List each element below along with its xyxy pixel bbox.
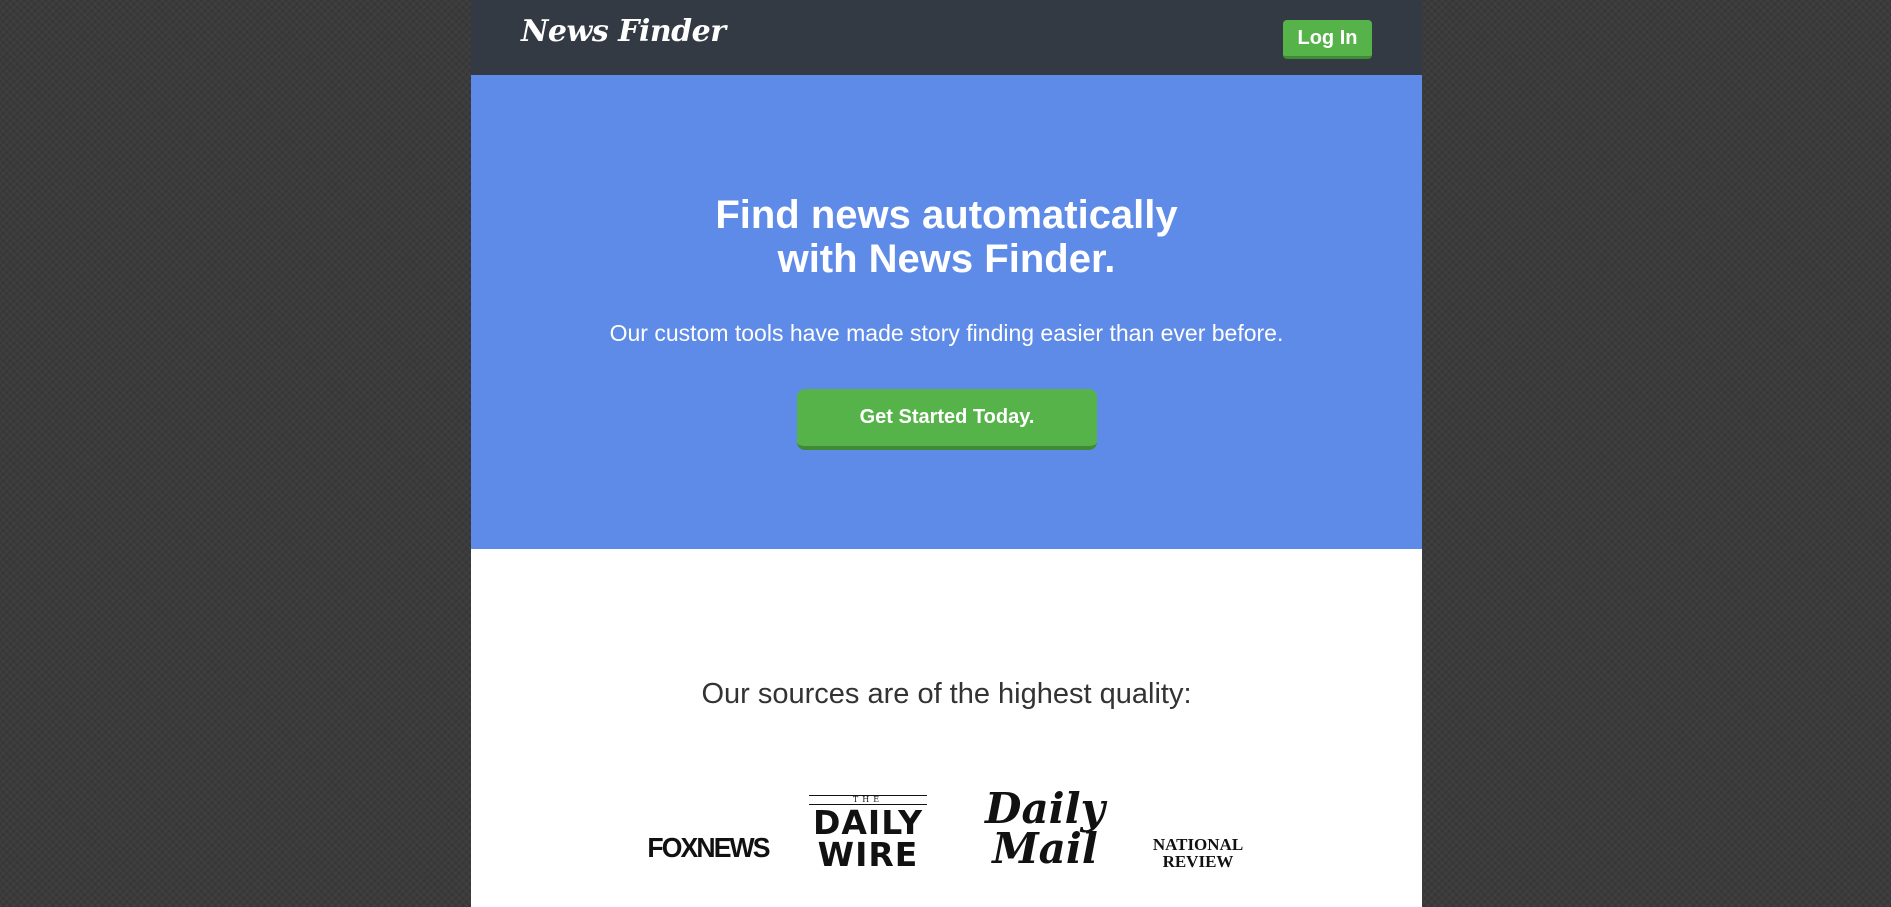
hero-title-line-1: Find news automatically <box>715 193 1178 237</box>
sources-heading: Our sources are of the highest quality: <box>701 678 1192 710</box>
daily-wire-logo-line-2: WIRE <box>817 835 919 874</box>
hero-title: Find news automatically with News Finder… <box>471 193 1422 281</box>
hero-section: Find news automatically with News Finder… <box>471 75 1422 549</box>
hero-title-line-2: with News Finder. <box>777 237 1116 281</box>
login-button[interactable]: Log In <box>1283 20 1372 59</box>
national-review-logo: NATIONAL REVIEW <box>1143 836 1253 870</box>
daily-wire-logo: THE DAILY WIRE <box>809 795 927 871</box>
national-review-logo-line-1: NATIONAL <box>1152 835 1244 854</box>
national-review-logo-line-2: REVIEW <box>1162 852 1234 871</box>
page-container: News Finder Log In Find news automatical… <box>471 0 1422 907</box>
get-started-button[interactable]: Get Started Today. <box>797 389 1097 450</box>
daily-mail-logo-line-1: Daily <box>985 784 1105 833</box>
top-navbar: News Finder Log In <box>471 0 1422 75</box>
fox-news-logo: FOXNEWS <box>647 832 770 863</box>
daily-mail-logo: Daily Mail <box>981 784 1109 873</box>
daily-mail-logo-line-2: Mail <box>992 824 1098 873</box>
hero-subtitle: Our custom tools have made story finding… <box>609 320 1284 346</box>
brand-logo-link[interactable]: News Finder <box>521 14 726 49</box>
